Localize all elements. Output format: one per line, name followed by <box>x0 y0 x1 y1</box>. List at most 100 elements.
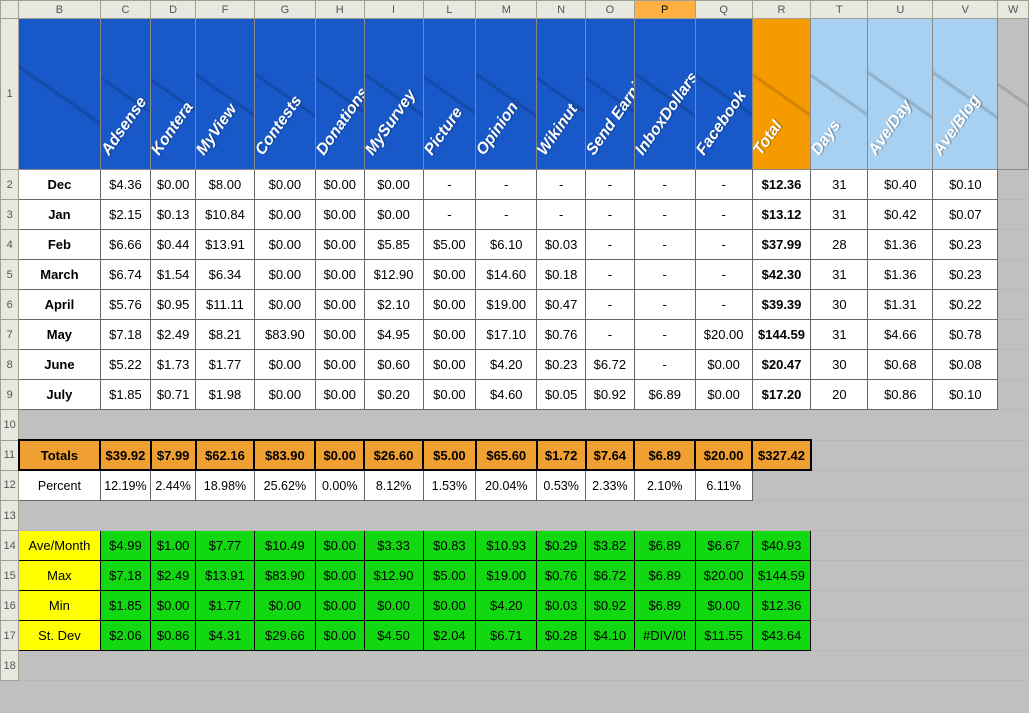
col-header[interactable]: R <box>752 1 811 19</box>
data-cell[interactable]: $0.13 <box>151 200 196 230</box>
data-cell[interactable]: - <box>634 320 695 350</box>
header-ave-day[interactable]: Ave/Day <box>868 19 933 170</box>
blank-cell[interactable] <box>998 260 1029 290</box>
data-cell[interactable]: $0.00 <box>254 200 315 230</box>
data-cell[interactable]: $5.00 <box>423 230 476 260</box>
stats-label[interactable]: St. Dev <box>19 621 100 651</box>
header-blank[interactable] <box>19 19 100 170</box>
data-cell[interactable]: $0.00 <box>423 380 476 410</box>
data-cell[interactable]: $7.18 <box>100 320 151 350</box>
data-cell[interactable]: $5.76 <box>100 290 151 320</box>
percent-value[interactable]: 0.00% <box>315 470 364 501</box>
data-cell[interactable]: - <box>634 170 695 200</box>
ave-blog-cell[interactable]: $0.07 <box>933 200 998 230</box>
data-cell[interactable]: - <box>695 290 752 320</box>
stats-cell[interactable]: $0.03 <box>537 591 586 621</box>
blank-cell[interactable] <box>998 320 1029 350</box>
stats-cell[interactable]: $7.77 <box>196 531 255 561</box>
ave-day-cell[interactable]: $0.40 <box>868 170 933 200</box>
data-cell[interactable]: $4.95 <box>364 320 423 350</box>
col-header[interactable]: U <box>868 1 933 19</box>
stats-cell[interactable]: $2.06 <box>100 621 151 651</box>
data-cell[interactable]: $6.66 <box>100 230 151 260</box>
days-cell[interactable]: 31 <box>811 200 868 230</box>
total-value[interactable]: $5.00 <box>423 440 476 470</box>
data-cell[interactable]: $0.00 <box>254 260 315 290</box>
blank-cell[interactable] <box>998 290 1029 320</box>
data-cell[interactable]: $0.23 <box>537 350 586 380</box>
stats-cell[interactable]: $10.93 <box>476 531 537 561</box>
data-cell[interactable]: $2.49 <box>151 320 196 350</box>
data-cell[interactable]: - <box>476 170 537 200</box>
data-cell[interactable]: - <box>634 260 695 290</box>
stats-cell[interactable]: $10.49 <box>254 531 315 561</box>
ave-day-cell[interactable]: $0.42 <box>868 200 933 230</box>
percent-value[interactable]: 1.53% <box>423 470 476 501</box>
percent-value[interactable]: 8.12% <box>364 470 423 501</box>
header-contests[interactable]: Contests <box>254 19 315 170</box>
data-cell[interactable]: $0.00 <box>423 350 476 380</box>
total-value[interactable]: $0.00 <box>315 440 364 470</box>
row-header[interactable]: 11 <box>1 440 19 470</box>
grand-total[interactable]: $327.42 <box>752 440 811 470</box>
stats-cell[interactable]: $13.91 <box>196 561 255 591</box>
data-cell[interactable]: $6.10 <box>476 230 537 260</box>
ave-day-cell[interactable]: $1.36 <box>868 230 933 260</box>
percent-value[interactable]: 2.44% <box>151 470 196 501</box>
row-header[interactable]: 8 <box>1 350 19 380</box>
stats-cell[interactable]: $0.00 <box>695 591 752 621</box>
col-header[interactable]: M <box>476 1 537 19</box>
data-cell[interactable]: $10.84 <box>196 200 255 230</box>
data-cell[interactable]: - <box>586 290 635 320</box>
ave-blog-cell[interactable]: $0.08 <box>933 350 998 380</box>
col-header[interactable]: N <box>537 1 586 19</box>
stats-cell[interactable]: $1.77 <box>196 591 255 621</box>
stats-cell[interactable]: $2.04 <box>423 621 476 651</box>
row-header[interactable]: 14 <box>1 531 19 561</box>
stats-cell[interactable]: $29.66 <box>254 621 315 651</box>
ave-day-cell[interactable]: $1.36 <box>868 260 933 290</box>
col-header[interactable]: O <box>586 1 635 19</box>
data-cell[interactable]: $19.00 <box>476 290 537 320</box>
days-cell[interactable]: 28 <box>811 230 868 260</box>
total-value[interactable]: $7.64 <box>586 440 635 470</box>
stats-label[interactable]: Ave/Month <box>19 531 100 561</box>
header-adsense[interactable]: Adsense <box>100 19 151 170</box>
data-cell[interactable]: - <box>695 260 752 290</box>
blank-cell[interactable] <box>811 621 1029 651</box>
stats-cell[interactable]: $5.00 <box>423 561 476 591</box>
data-cell[interactable]: $0.95 <box>151 290 196 320</box>
month-label[interactable]: June <box>19 350 100 380</box>
row-header[interactable]: 18 <box>1 651 19 681</box>
ave-blog-cell[interactable]: $0.10 <box>933 170 998 200</box>
data-cell[interactable]: $1.85 <box>100 380 151 410</box>
data-cell[interactable]: $1.98 <box>196 380 255 410</box>
ave-day-cell[interactable]: $0.86 <box>868 380 933 410</box>
total-value[interactable]: $20.00 <box>695 440 752 470</box>
percent-value[interactable]: 6.11% <box>695 470 752 501</box>
data-cell[interactable]: $0.60 <box>364 350 423 380</box>
data-cell[interactable]: $8.00 <box>196 170 255 200</box>
blank-cell[interactable] <box>811 591 1029 621</box>
data-cell[interactable]: $0.00 <box>364 200 423 230</box>
data-cell[interactable]: - <box>423 170 476 200</box>
data-cell[interactable]: $14.60 <box>476 260 537 290</box>
data-cell[interactable]: $0.00 <box>315 230 364 260</box>
stats-label[interactable]: Max <box>19 561 100 591</box>
data-cell[interactable]: - <box>586 170 635 200</box>
data-cell[interactable]: - <box>634 230 695 260</box>
data-cell[interactable]: $0.00 <box>423 320 476 350</box>
row-total[interactable]: $17.20 <box>752 380 811 410</box>
stats-cell[interactable]: $43.64 <box>752 621 811 651</box>
blank-cell[interactable] <box>998 200 1029 230</box>
stats-cell[interactable]: $0.76 <box>537 561 586 591</box>
data-cell[interactable]: $8.21 <box>196 320 255 350</box>
blank-cell[interactable] <box>811 561 1029 591</box>
percent-value[interactable]: 18.98% <box>196 470 255 501</box>
header-picture[interactable]: Picture <box>423 19 476 170</box>
header-opinion[interactable]: Opinion <box>476 19 537 170</box>
row-header[interactable]: 2 <box>1 170 19 200</box>
data-cell[interactable]: - <box>586 200 635 230</box>
spreadsheet-grid[interactable]: B C D F G H I L M N O P Q R T U V W 1 Ad… <box>0 0 1029 681</box>
data-cell[interactable]: $0.00 <box>315 290 364 320</box>
